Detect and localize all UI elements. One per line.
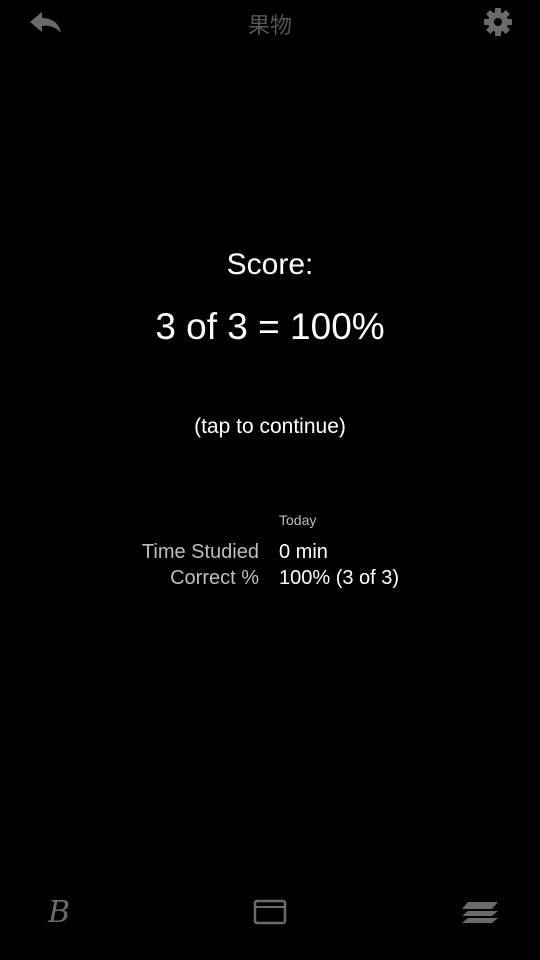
stat-label-time-studied: Time Studied — [141, 541, 259, 563]
tap-to-continue[interactable]: (tap to continue) — [0, 415, 540, 439]
bottom-bar: B — [0, 888, 540, 936]
stat-value-time-studied: 0 min — [279, 541, 328, 563]
stat-value-correct-percent: 100% (3 of 3) — [279, 567, 400, 589]
card-stack-button[interactable] — [458, 892, 502, 932]
bold-b-button[interactable]: B — [37, 892, 81, 932]
stats-column-header-today: Today — [279, 512, 317, 528]
score-value: 3 of 3 = 100% — [155, 306, 385, 347]
score-screen[interactable]: Score: 3 of 3 = 100% (tap to continue) T… — [0, 0, 540, 960]
card-view-button[interactable] — [248, 892, 292, 932]
card-icon — [253, 899, 287, 925]
card-stack-icon — [462, 902, 498, 923]
bold-b-icon: B — [47, 894, 71, 930]
score-label: Score: — [226, 248, 314, 281]
stat-label-correct-percent: Correct % — [170, 567, 259, 589]
